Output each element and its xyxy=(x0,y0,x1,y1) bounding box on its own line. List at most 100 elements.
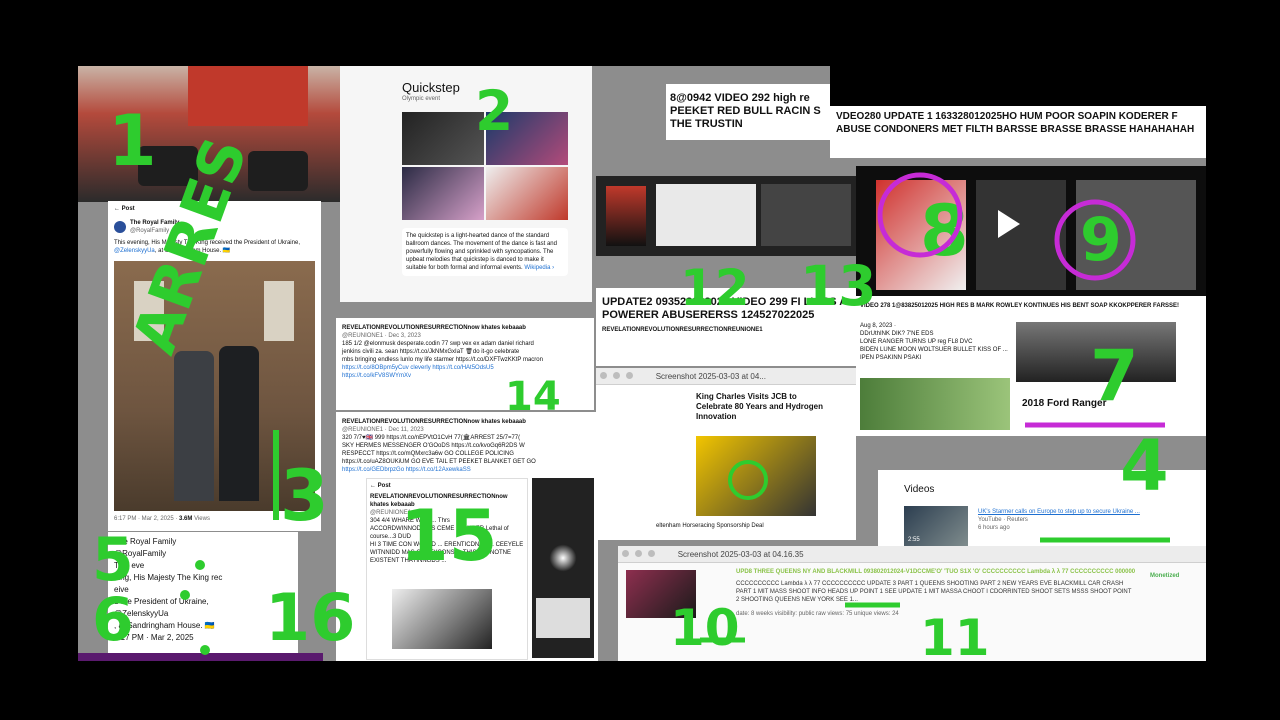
text-line: @RoyalFamily xyxy=(114,549,167,558)
dance-image-grid xyxy=(402,112,568,220)
text-line: 6:17 PM · Mar 2, 2025 xyxy=(114,633,194,642)
king-zelensky-photo xyxy=(114,261,315,511)
post-header: Post xyxy=(121,206,135,212)
tweet-line: jenkins civili za. sean https://t.co/JkN… xyxy=(342,349,520,355)
headline-line: PEEKET RED BULL RACIN S xyxy=(670,105,821,117)
video-thumbnail[interactable]: 2:55 xyxy=(904,506,968,546)
bw-portrait-photo xyxy=(392,589,492,649)
video-collage xyxy=(856,166,1206,296)
embedded-line: WITNNIDD MAS CODFYCONS ... THIS T ... NO… xyxy=(370,550,512,556)
play-button-icon[interactable] xyxy=(998,210,1020,238)
headline-line: ABUSE CONDONERS MET FILTH BARSSE BRASSE … xyxy=(836,124,1195,135)
text-line: , at Sandringham House. 🇺🇦 xyxy=(114,621,215,630)
account-name[interactable]: The Royal Family xyxy=(130,219,179,227)
tweet-line: https://t.co/uAZ8OUKiUM GO EVE TAIL ET P… xyxy=(342,459,536,465)
video-thumbnail[interactable] xyxy=(626,570,696,618)
side-thumbnail-strip xyxy=(532,478,594,658)
view-count: 3.6M xyxy=(179,516,193,522)
views-label: Views xyxy=(194,516,210,522)
window-titlebar: Screenshot 2025-03-03 at 04.16.35 xyxy=(618,546,1206,563)
window-control-icon[interactable] xyxy=(648,550,656,557)
screenshot-collage: ← Post The Royal Family @RoyalFamily Thi… xyxy=(78,66,1206,661)
rev-tweet-2: REVELATIONREVOLUTIONRESURRECTIONnow khat… xyxy=(336,412,598,661)
tweet-line: 320 7/7♥🇬🇧 999 https://t.co/nEPVtO1CvH 7… xyxy=(342,435,521,441)
truck-photo xyxy=(1016,322,1176,382)
video-source: YouTube · Reuters xyxy=(978,517,1028,523)
headline-line: VDEO280 UPDATE 1 163328012025HO HUM POOR… xyxy=(836,111,1178,122)
embedded-handle: @REUNIONE1 xyxy=(370,510,412,516)
embedded-post: ← Post REVELATIONREVOLUTIONRESURRECTIONn… xyxy=(366,478,528,660)
tweet-link[interactable]: https://t.co/8OBpm5yCuv cleverly https:/… xyxy=(342,364,588,372)
avatar[interactable] xyxy=(114,221,126,233)
dance-photo[interactable] xyxy=(402,167,484,220)
post-line: BIDEN LUNE MOON WOLTSUER BULLET KISS OF … xyxy=(860,347,1008,353)
jcb-headline[interactable]: King Charles Visits JCB to Celebrate 80 … xyxy=(696,392,826,422)
dance-photo[interactable] xyxy=(402,112,484,165)
headline-line: POWERER ABUSERERSS 124527022025 xyxy=(602,309,815,321)
quickstep-subtitle: Olympic event xyxy=(402,96,441,102)
window-control-icon[interactable] xyxy=(613,372,621,379)
video-278-headline: VIDEO 278 1@83825012025 HIGH RES B MARK … xyxy=(856,296,1206,318)
jcb-photo xyxy=(696,436,816,516)
video-title-link[interactable]: UK's Starmer calls on Europe to step up … xyxy=(978,508,1198,516)
tweet-link[interactable]: https://t.co/GEDbrpzGo https://t.co/12Ax… xyxy=(342,466,592,474)
post-text-b: , at Sandringham House. 🇺🇦 xyxy=(154,248,231,254)
video-title[interactable]: UPD8 THREE QUEENS NY AND BLACKMILL 09380… xyxy=(736,568,1136,576)
ford-ranger-label[interactable]: 2018 Ford Ranger xyxy=(1022,398,1106,409)
tweet-line: RESPECCT https://t.co/mQMxrc3a6w GO COLL… xyxy=(342,451,514,457)
tennis-photo-grid xyxy=(860,378,1010,430)
videos-heading: Videos xyxy=(904,484,935,495)
window-control-icon[interactable] xyxy=(626,372,634,379)
window-titlebar: Screenshot 2025-03-03 at 04... xyxy=(596,368,856,385)
text-line: This eve xyxy=(114,561,145,570)
screenshot-window-jcb: Screenshot 2025-03-03 at 04... King Char… xyxy=(596,368,856,540)
videos-card: Videos 2:55 UK's Starmer calls on Europe… xyxy=(878,470,1206,558)
post-line: DDrUthINK DIK? 7'NE EDS xyxy=(860,331,934,337)
purple-bar xyxy=(78,653,323,661)
tweet-link[interactable]: https://t.co/kFV8SWYmXv xyxy=(342,372,588,380)
channel-name[interactable]: REVELATIONREVOLUTIONRESURRECTIONREUNIONE… xyxy=(596,322,858,338)
royal-family-post: ← Post The Royal Family @RoyalFamily Thi… xyxy=(108,201,321,531)
window-control-icon[interactable] xyxy=(622,550,629,557)
monetized-badge: Monetized xyxy=(1150,573,1180,579)
text-line: eive xyxy=(114,585,129,594)
thumbnail-window xyxy=(596,176,856,256)
post-timestamp[interactable]: 6:17 PM · Mar 2, 2025 · xyxy=(114,516,177,522)
tweet-author[interactable]: REVELATIONREVOLUTIONRESURRECTIONnow khat… xyxy=(342,418,592,426)
post-date: Aug 8, 2023 · xyxy=(860,323,897,329)
ford-ranger-panel: Aug 8, 2023 · DDrUthINK DIK? 7'NE EDS LO… xyxy=(856,318,1206,436)
back-arrow-icon[interactable]: ← xyxy=(370,483,376,489)
royal-text-block: The Royal Family @RoyalFamily This eve n… xyxy=(108,532,298,661)
embedded-line: EXISTENT THAYINNGDS ... xyxy=(370,558,447,564)
text-line: The Royal Family xyxy=(114,537,177,546)
window-control-icon[interactable] xyxy=(635,550,643,557)
headline-line: UPDATE2 093528022025 VIDEO 299 FI LIARS … xyxy=(602,296,848,308)
update2-headline: UPDATE2 093528022025 VIDEO 299 FI LIARS … xyxy=(596,288,858,366)
dance-photo[interactable] xyxy=(486,112,568,165)
mention-link[interactable]: @ZelenskyyUa xyxy=(114,248,155,254)
dance-photo[interactable] xyxy=(486,167,568,220)
post-line: LONE RANGER TURNS UP reg FL8 DVC xyxy=(860,339,973,345)
screenshot-window-upd8: Screenshot 2025-03-03 at 04.16.35 UPD8 T… xyxy=(618,546,1206,661)
rev-tweet-1: REVELATIONREVOLUTIONRESURRECTIONnow khat… xyxy=(336,318,594,410)
embedded-author[interactable]: REVELATIONREVOLUTIONRESURRECTIONnow khat… xyxy=(367,493,527,509)
wikipedia-link[interactable]: Wikipedia › xyxy=(524,265,554,271)
tweet-author[interactable]: REVELATIONREVOLUTIONRESURRECTIONnow khat… xyxy=(342,324,588,332)
back-arrow-icon[interactable]: ← xyxy=(114,206,120,212)
headline-line: THE TRUSTIN xyxy=(670,118,743,130)
tweet-line: 185 1/2 @elonmusk desperate.codin 77 swp… xyxy=(342,341,534,347)
embedded-line: ACCORDWINNOD CDS CEME ... UNDER Lethal o… xyxy=(370,526,509,540)
headline-line: VIDEO 278 1@83825012025 HIGH RES B MARK … xyxy=(860,303,1180,309)
tweet-line: SKY HERMES MESSENGER O'GOoDS https://t.c… xyxy=(342,443,525,449)
post-text-a: This evening, His Majesty The King recei… xyxy=(114,240,300,246)
red-outfit-photo xyxy=(78,66,340,202)
post-line: IPEN PSAKINN PSAKI xyxy=(860,355,922,361)
window-control-icon[interactable] xyxy=(600,372,607,379)
account-handle[interactable]: @RoyalFamily xyxy=(130,227,179,235)
video-292-headline: 8@0942 VIDEO 292 high re PEEKET RED BULL… xyxy=(666,84,836,140)
video-280-headline: VDEO280 UPDATE 1 163328012025HO HUM POOR… xyxy=(830,66,1206,158)
tweet-meta: @REUNIONE1 · Dec 11, 2023 xyxy=(342,427,424,433)
text-line: ning, His Majesty The King rec xyxy=(114,573,223,582)
embedded-line: 304 4/4 WHARE WOZ ... Thrs xyxy=(370,518,450,524)
jcb-caption: eltenham Horseracing Sponsorship Deal xyxy=(656,523,764,529)
